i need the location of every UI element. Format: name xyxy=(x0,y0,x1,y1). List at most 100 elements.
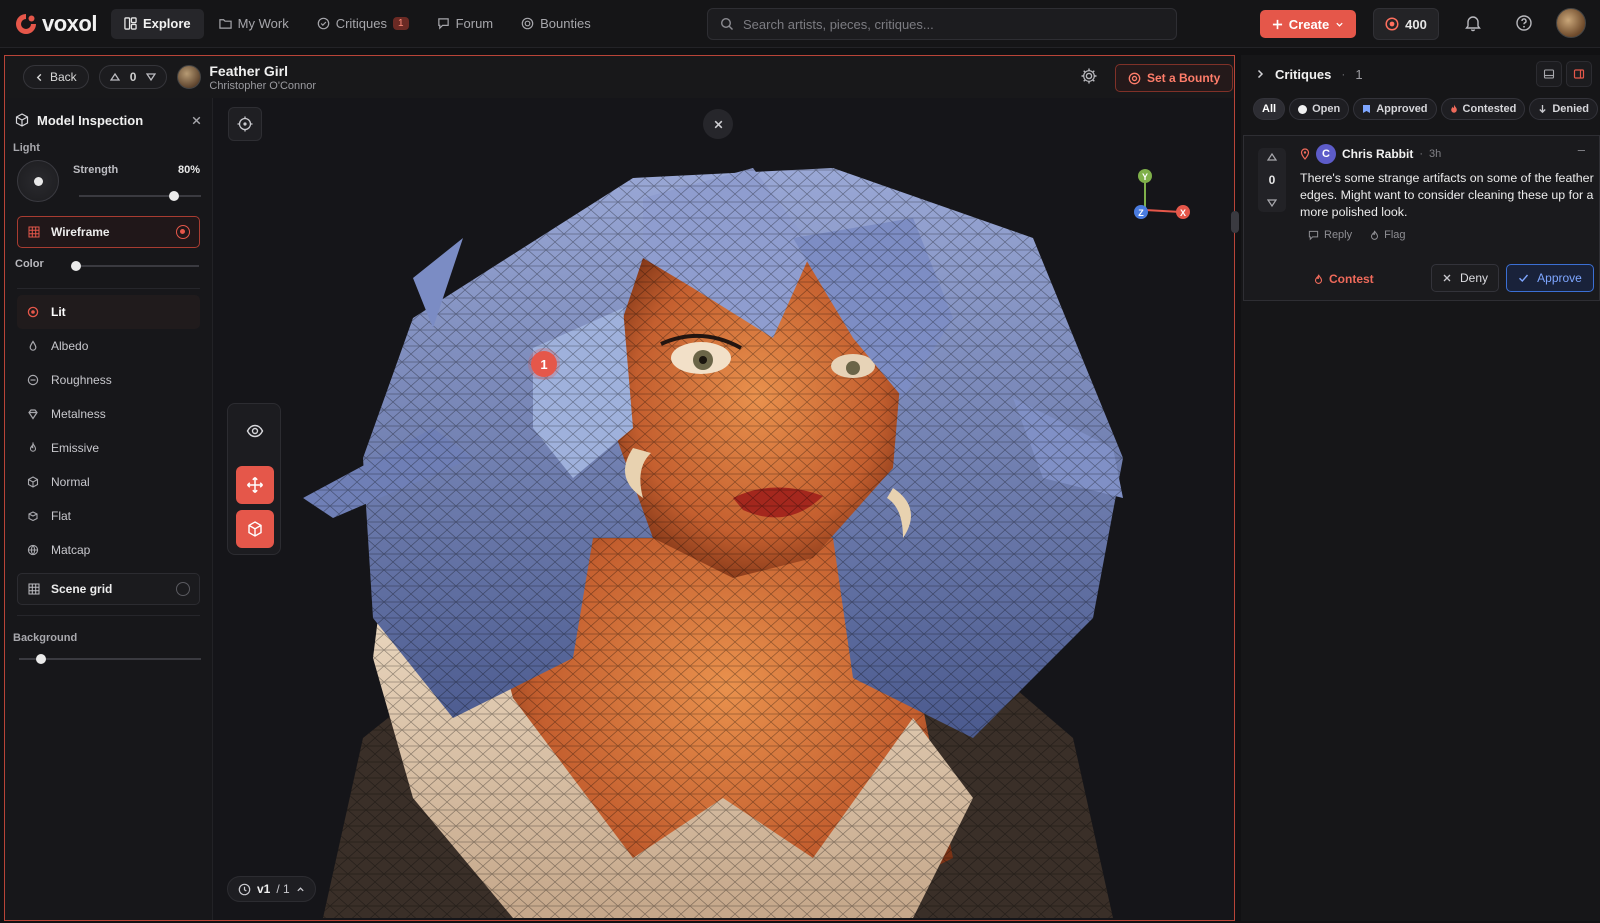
reply-icon xyxy=(1308,230,1319,240)
user-avatar[interactable] xyxy=(1556,8,1586,38)
mode-roughness[interactable]: Roughness xyxy=(17,363,200,397)
critique-collapse-button[interactable]: – xyxy=(1578,142,1585,157)
panel-resize-handle[interactable] xyxy=(1231,211,1239,233)
strength-slider[interactable] xyxy=(79,191,201,201)
reply-button[interactable]: Reply xyxy=(1308,229,1352,241)
filter-label: Open xyxy=(1312,103,1341,115)
downvote-icon[interactable] xyxy=(146,72,157,82)
mode-lit[interactable]: Lit xyxy=(17,295,200,329)
model-tool-button[interactable] xyxy=(236,510,274,548)
upvote-icon[interactable] xyxy=(1267,152,1277,162)
back-button[interactable]: Back xyxy=(23,65,89,89)
model-vote-control: 0 xyxy=(98,65,168,89)
nav-explore[interactable]: Explore xyxy=(110,8,204,39)
layout-side-button[interactable] xyxy=(1566,61,1592,87)
mode-flat[interactable]: Flat xyxy=(17,499,200,533)
model-author[interactable]: Christopher O'Connor xyxy=(209,80,316,92)
downvote-icon[interactable] xyxy=(1267,198,1277,208)
chevron-right-icon[interactable] xyxy=(1255,69,1265,79)
help-button[interactable] xyxy=(1515,14,1533,32)
mode-normal[interactable]: Normal xyxy=(17,465,200,499)
wireframe-label: Wireframe xyxy=(51,225,110,239)
cube-icon xyxy=(27,476,39,488)
critic-name[interactable]: Chris Rabbit xyxy=(1342,147,1413,161)
logo-mark-icon xyxy=(16,13,36,34)
mode-label: Albedo xyxy=(51,339,89,353)
scene-grid-radio[interactable] xyxy=(176,582,190,596)
upvote-icon[interactable] xyxy=(109,72,120,82)
filter-open[interactable]: Open xyxy=(1289,98,1350,120)
nav-bounties[interactable]: Bounties xyxy=(508,9,604,39)
critique-time: 3h xyxy=(1429,148,1442,160)
strength-label: Strength xyxy=(73,164,119,176)
flag-button[interactable]: Flag xyxy=(1370,229,1406,241)
mode-emissive[interactable]: Emissive xyxy=(17,431,200,465)
filter-approved[interactable]: Approved xyxy=(1353,98,1437,120)
model-inspection-panel: Model Inspection Light Strength 80% Wire… xyxy=(5,98,213,920)
mode-label: Metalness xyxy=(51,407,106,421)
set-bounty-button[interactable]: Set a Bounty xyxy=(1115,64,1234,92)
approve-button[interactable]: Approve xyxy=(1506,264,1594,292)
mode-matcap[interactable]: Matcap xyxy=(17,533,200,567)
deny-button[interactable]: Deny xyxy=(1431,264,1499,292)
viewer-settings-button[interactable] xyxy=(1080,67,1098,85)
coin-amount: 400 xyxy=(1405,16,1427,32)
mode-label: Flat xyxy=(51,509,72,523)
location-pin-icon[interactable] xyxy=(1300,148,1310,160)
filter-all[interactable]: All xyxy=(1253,98,1286,120)
create-button[interactable]: Create xyxy=(1260,10,1356,38)
wireframe-color-slider[interactable] xyxy=(71,261,199,271)
filter-denied[interactable]: Denied xyxy=(1529,98,1598,120)
back-label: Back xyxy=(50,70,77,84)
voxol-logo[interactable]: voxol xyxy=(14,11,97,37)
check-circle-icon xyxy=(317,17,330,30)
nav-forum[interactable]: Forum xyxy=(424,9,507,39)
background-label: Background xyxy=(13,632,78,644)
close-overlay-button[interactable] xyxy=(703,109,733,139)
3d-canvas[interactable]: 1 v1 / 1 Y Z X xyxy=(213,98,1234,920)
wireframe-radio[interactable] xyxy=(176,225,190,239)
filter-contested[interactable]: Contested xyxy=(1440,98,1526,120)
mode-albedo[interactable]: Albedo xyxy=(17,329,200,363)
scene-grid-toggle[interactable]: Scene grid xyxy=(17,573,200,605)
background-slider-knob[interactable] xyxy=(36,654,47,664)
critiques-count-badge: 1 xyxy=(393,17,409,30)
mode-metalness[interactable]: Metalness xyxy=(17,397,200,431)
divider xyxy=(17,615,200,616)
crosshair-icon xyxy=(237,116,253,132)
grid-icon xyxy=(124,17,137,30)
close-icon[interactable] xyxy=(191,115,202,126)
lit-icon xyxy=(27,306,39,318)
search-input[interactable] xyxy=(743,16,1163,32)
layout-bottom-icon xyxy=(1543,69,1555,79)
critic-avatar[interactable]: C xyxy=(1316,144,1336,164)
light-direction-dial[interactable] xyxy=(17,160,59,202)
critique-marker[interactable]: 1 xyxy=(531,351,557,377)
layout-side-icon xyxy=(1573,69,1585,79)
background-slider[interactable] xyxy=(19,654,201,664)
author-avatar[interactable] xyxy=(177,65,202,89)
contest-button[interactable]: Contest xyxy=(1314,266,1374,292)
arrow-down-icon xyxy=(1539,105,1546,114)
visibility-toggle-button[interactable] xyxy=(236,412,274,450)
wireframe-color-knob[interactable] xyxy=(71,261,81,271)
chevron-down-icon xyxy=(1336,22,1343,27)
version-selector[interactable]: v1 / 1 xyxy=(227,876,316,902)
layout-bottom-button[interactable] xyxy=(1536,61,1562,87)
focus-camera-button[interactable] xyxy=(228,107,262,141)
mode-label: Emissive xyxy=(51,441,100,455)
gem-icon xyxy=(28,409,38,420)
cube-icon xyxy=(248,521,262,537)
axis-gizmo[interactable]: Y Z X xyxy=(1121,164,1201,244)
nav-critiques[interactable]: Critiques 1 xyxy=(304,9,422,39)
strength-slider-knob[interactable] xyxy=(168,191,179,201)
model-viewer: Back 0 Feather Girl Christopher O'Connor… xyxy=(4,55,1235,921)
wireframe-toggle[interactable]: Wireframe xyxy=(17,216,200,248)
flag-label: Flag xyxy=(1384,229,1406,241)
wireframe-grid-icon xyxy=(28,226,40,238)
nav-my-work[interactable]: My Work xyxy=(206,9,302,39)
mode-label: Matcap xyxy=(51,543,91,557)
notifications-button[interactable] xyxy=(1465,14,1481,32)
coin-balance[interactable]: 400 xyxy=(1373,8,1439,40)
move-tool-button[interactable] xyxy=(236,466,274,504)
